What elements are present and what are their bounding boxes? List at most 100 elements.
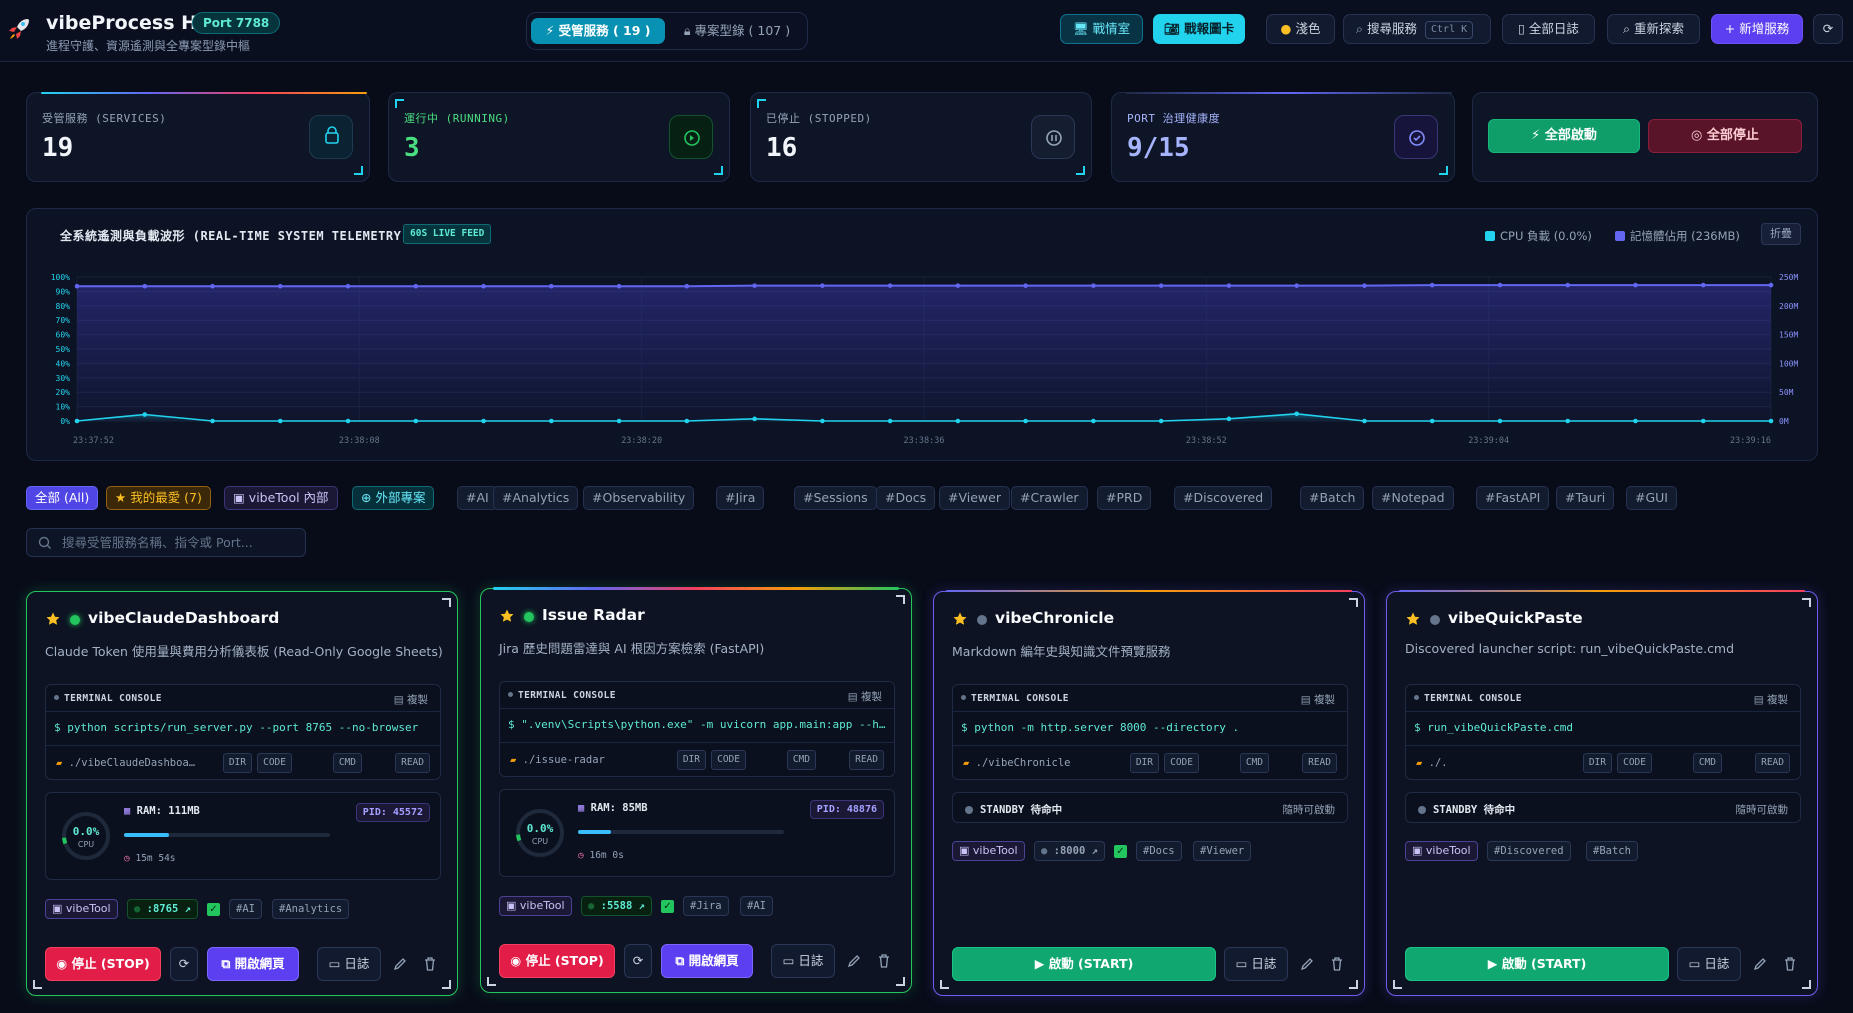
war-card-button[interactable]: 📷︎ 戰報圖卡 (1153, 14, 1245, 44)
status-dot (1430, 615, 1440, 625)
edit-icon[interactable] (1749, 953, 1771, 975)
port-verified-checkbox[interactable]: ✓ (661, 900, 674, 913)
edit-icon[interactable] (1296, 953, 1318, 975)
open-web-button[interactable]: ⧉ 開啟網頁 (661, 944, 753, 978)
cmd-button[interactable]: CMD (1692, 753, 1722, 773)
edit-icon[interactable] (843, 950, 865, 972)
copy-button[interactable]: ▤ 複製 (394, 692, 428, 707)
start-all-button[interactable]: ⚡ 全部啟動 (1488, 119, 1640, 153)
dir-button[interactable]: DIR (222, 753, 252, 773)
service-search-input[interactable]: 搜尋受管服務名稱、指令或 Port... (26, 528, 306, 557)
trash-icon[interactable] (873, 950, 895, 972)
y-right-tick-label: 50M (1779, 388, 1794, 397)
stop-button[interactable]: ◉ 停止 (STOP) (45, 947, 161, 981)
trash-icon[interactable] (1779, 953, 1801, 975)
copy-button[interactable]: ▤ 複製 (1301, 692, 1335, 707)
filter-chip[interactable]: #Tauri (1556, 486, 1615, 510)
edit-icon[interactable] (389, 953, 411, 975)
code-button[interactable]: CODE (1164, 753, 1199, 773)
filter-chip[interactable]: #AI (457, 486, 498, 510)
code-button[interactable]: CODE (257, 753, 292, 773)
filter-chip[interactable]: #Analytics (493, 486, 579, 510)
filter-chip[interactable]: #GUI (1626, 486, 1677, 510)
copy-button[interactable]: ▤ 複製 (1754, 692, 1788, 707)
terminal-footer: ▰ ./issue-radar DIR CODE CMD READ (500, 742, 894, 777)
all-logs-button[interactable]: ▯ 全部日誌 (1502, 14, 1595, 44)
filter-chip[interactable]: #Observability (583, 486, 695, 510)
dir-button[interactable]: DIR (676, 750, 706, 770)
dir-button[interactable]: DIR (1129, 753, 1159, 773)
war-room-button[interactable]: 🖥︎ 戰情室 (1060, 14, 1143, 44)
port-verified-checkbox[interactable]: ✓ (207, 903, 220, 916)
stop-all-button[interactable]: ◎ 全部停止 (1648, 119, 1802, 153)
cmd-button[interactable]: CMD (1239, 753, 1269, 773)
trash-icon[interactable] (1326, 953, 1348, 975)
cmd-button[interactable]: CMD (332, 753, 362, 773)
logs-button[interactable]: ▭ 日誌 (1224, 947, 1288, 981)
logs-button[interactable]: ▭ 日誌 (317, 947, 381, 981)
filter-chip[interactable]: #Viewer (939, 486, 1010, 510)
filter-chip[interactable]: #Jira (716, 486, 765, 510)
corner-mark (1349, 980, 1358, 989)
service-name: vibeClaudeDashboard (88, 609, 280, 627)
search-service-button[interactable]: ⌕ 搜尋服務 Ctrl K (1343, 14, 1491, 44)
star-icon[interactable] (45, 611, 61, 627)
filter-chip[interactable]: ★ 我的最愛 (7) (106, 486, 211, 510)
port-verified-checkbox[interactable]: ✓ (1114, 845, 1127, 858)
data-point (413, 418, 419, 424)
cmd-button[interactable]: CMD (786, 750, 816, 770)
filter-chip[interactable]: #PRD (1097, 486, 1152, 510)
tab-catalog[interactable]: 🔒︎ 專案型錄 ( 107 ) (669, 18, 805, 44)
theme-toggle-button[interactable]: ● 淺色 (1266, 14, 1335, 44)
star-icon[interactable] (952, 611, 968, 627)
trash-icon[interactable] (419, 953, 441, 975)
read-button[interactable]: READ (395, 753, 430, 773)
stop-button[interactable]: ◉ 停止 (STOP) (499, 944, 615, 978)
filter-chip[interactable]: #Crawler (1011, 486, 1088, 510)
filter-chip[interactable]: #Notepad (1372, 486, 1454, 510)
copy-button[interactable]: ▤ 複製 (848, 689, 882, 704)
filter-chip[interactable]: #Sessions (794, 486, 877, 510)
filter-chip[interactable]: ▣ vibeTool 內部 (224, 486, 338, 510)
read-button[interactable]: READ (849, 750, 884, 770)
dir-button[interactable]: DIR (1582, 753, 1612, 773)
rescan-button[interactable]: ⌕ 重新探索 (1607, 14, 1700, 44)
filter-chip[interactable]: 全部 (All) (26, 486, 99, 510)
data-point (549, 283, 554, 289)
tab-services[interactable]: ⚡ 受管服務 ( 19 ) (531, 18, 665, 44)
filter-chip[interactable]: #Batch (1300, 486, 1365, 510)
add-service-button[interactable]: + 新增服務 (1711, 14, 1803, 44)
telemetry-chart: 100% 90% 80% 70% 60% 50% 40% 30% 20% 10% 0% 250M 200… (51, 273, 1799, 446)
start-button[interactable]: ▶ 啟動 (START) (952, 947, 1216, 981)
code-button[interactable]: CODE (1617, 753, 1652, 773)
tag-badge: #AI (740, 896, 773, 916)
filter-chip[interactable]: ⊕ 外部專案 (352, 486, 435, 510)
star-icon[interactable] (1405, 611, 1421, 627)
logs-button[interactable]: ▭ 日誌 (1677, 947, 1741, 981)
read-button[interactable]: READ (1302, 753, 1337, 773)
read-button[interactable]: READ (1755, 753, 1790, 773)
port-link[interactable]: ● :5588 ↗ (581, 896, 652, 916)
robot-icon: ▣ (1412, 844, 1423, 857)
data-point (684, 283, 690, 289)
x-tick-label: 23:38:08 (339, 436, 380, 446)
port-link[interactable]: ● :8765 ↗ (127, 899, 198, 919)
filter-chip[interactable]: #Discovered (1174, 486, 1273, 510)
filter-chip[interactable]: #FastAPI (1476, 486, 1550, 510)
filter-chip[interactable]: #Docs (876, 486, 936, 510)
terminal-console: TERMINAL CONSOLE ▤ 複製 $ ".venv\Scripts\pyt… (499, 681, 895, 777)
stat-label: 運行中 (RUNNING) (404, 112, 510, 125)
restart-button[interactable]: ⟳ (624, 944, 652, 978)
logs-button[interactable]: ▭ 日誌 (771, 944, 835, 978)
open-web-button[interactable]: ⧉ 開啟網頁 (207, 947, 299, 981)
start-button[interactable]: ▶ 啟動 (START) (1405, 947, 1669, 981)
memory-icon: ▦ (578, 802, 585, 814)
port-link[interactable]: ● :8000 ↗ (1034, 841, 1105, 861)
working-directory: ▰ ./issue-radar (510, 754, 605, 766)
status-dot (965, 806, 973, 814)
star-icon[interactable] (499, 608, 515, 624)
restart-button[interactable]: ⟳ (170, 947, 198, 981)
code-button[interactable]: CODE (711, 750, 746, 770)
refresh-button[interactable]: ⟳ (1813, 14, 1843, 44)
external-link-icon: ↗ (1091, 845, 1098, 857)
